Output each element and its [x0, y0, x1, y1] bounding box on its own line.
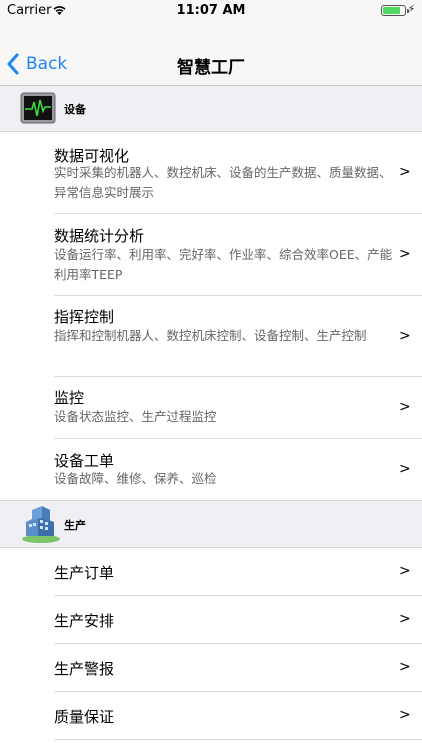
factory-building-icon [22, 506, 60, 543]
chevron-right-icon: > [399, 611, 411, 627]
chevron-right-icon: > [399, 461, 411, 477]
row-description: 实时采集的机器人、数控机床、设备的生产数据、质量数据、异常信息实时展示 [54, 165, 392, 200]
battery-icon [381, 5, 409, 16]
list-item-data-visualization[interactable]: 数据可视化 实时采集的机器人、数控机床、设备的生产数据、质量数据、异常信息实时展… [0, 132, 422, 214]
status-bar: Carrier 11:07 AM ⚡ [0, 0, 422, 22]
list-item-production-alerts[interactable]: 生产警报 > [0, 644, 422, 692]
row-title: 生产安排 [54, 612, 115, 630]
list-item-production-orders[interactable]: 生产订单 > [0, 548, 422, 596]
row-title: 生产订单 [54, 564, 115, 582]
list-item-work-orders[interactable]: 设备工单 设备故障、维修、保养、巡检 > [0, 439, 422, 500]
chevron-right-icon: > [399, 563, 411, 579]
row-description: 设备故障、维修、保养、巡检 [54, 471, 217, 486]
row-description: 设备运行率、利用率、完好率、作业率、综合效率OEE、产能利用率TEEP [54, 247, 393, 282]
list-item-quality-assurance[interactable]: 质量保证 > [0, 692, 422, 739]
section-header-label: 生产 [64, 519, 86, 532]
list-item-monitoring[interactable]: 监控 设备状态监控、生产过程监控 > [0, 377, 422, 439]
row-description: 指挥和控制机器人、数控机床控制、设备控制、生产控制 [54, 328, 367, 343]
chevron-right-icon: > [399, 164, 411, 180]
chevron-right-icon: > [399, 328, 411, 344]
section-header-production: 生产 [0, 500, 422, 548]
row-title: 生产警报 [54, 660, 115, 678]
monitor-icon [20, 92, 56, 124]
chevron-right-icon: > [399, 246, 411, 262]
row-description: 设备状态监控、生产过程监控 [54, 409, 217, 424]
chevron-right-icon: > [399, 399, 411, 415]
list-item-data-statistics[interactable]: 数据统计分析 设备运行率、利用率、完好率、作业率、综合效率OEE、产能利用率TE… [0, 214, 422, 296]
page-title: 智慧工厂 [177, 58, 245, 78]
row-divider [54, 739, 422, 740]
charging-bolt-icon: ⚡ [408, 4, 416, 15]
chevron-right-icon: > [399, 659, 411, 675]
navigation-bar: Back 智慧工厂 [0, 22, 422, 86]
row-title: 指挥控制 [54, 308, 115, 326]
row-title: 设备工单 [54, 452, 115, 470]
section-header-equipment: 设备 [0, 86, 422, 132]
row-title: 数据统计分析 [54, 227, 145, 245]
row-title: 质量保证 [54, 708, 115, 726]
clock-time: 11:07 AM [176, 3, 246, 18]
chevron-right-icon: > [399, 707, 411, 723]
section-header-label: 设备 [64, 103, 86, 116]
row-title: 监控 [54, 389, 85, 407]
list-item-command-control[interactable]: 指挥控制 指挥和控制机器人、数控机床控制、设备控制、生产控制 > [0, 296, 422, 377]
list-item-production-schedule[interactable]: 生产安排 > [0, 596, 422, 644]
